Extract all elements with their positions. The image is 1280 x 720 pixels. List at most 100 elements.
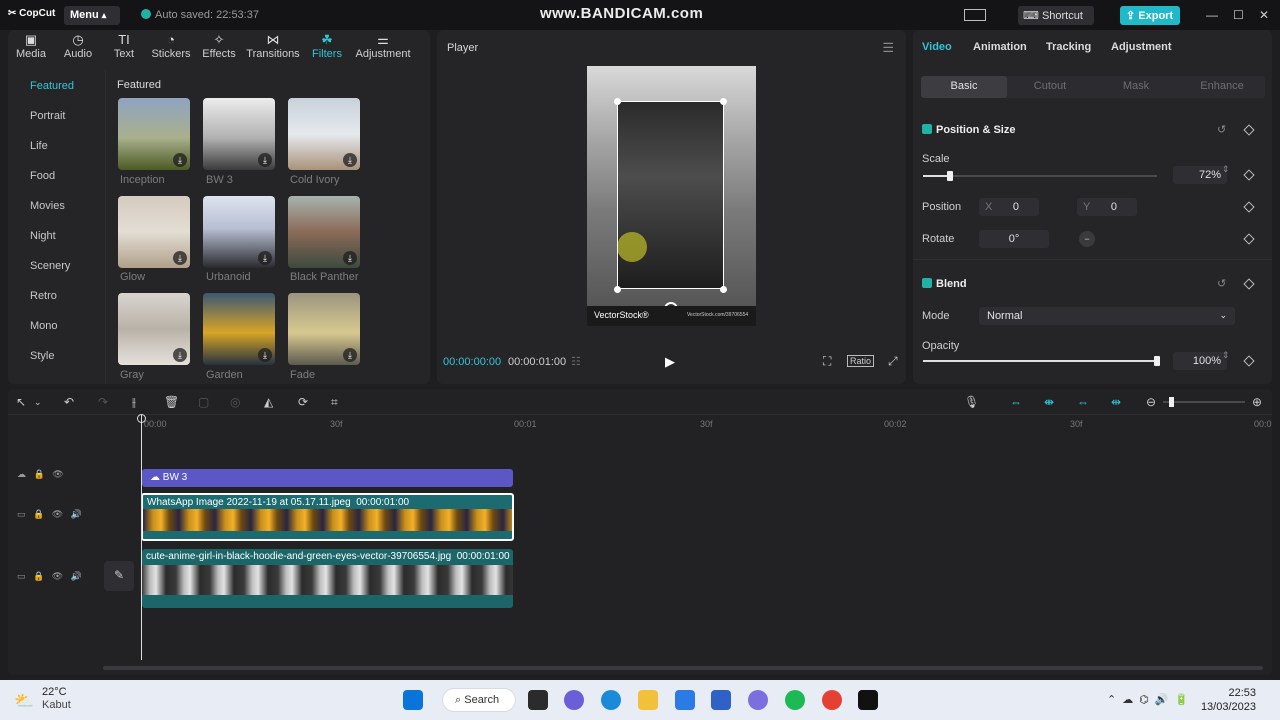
download-icon[interactable]: ⤓ [173, 153, 187, 167]
subtab-basic[interactable]: Basic [921, 76, 1007, 98]
tab-transitions[interactable]: ⋈ Transitions [242, 30, 304, 70]
chevron-down-icon[interactable]: ⌄ [34, 397, 42, 408]
filter-clip[interactable]: ☁ BW 3 [142, 469, 513, 487]
preview-axis-icon[interactable]: ⇔ [1077, 395, 1089, 409]
reverse-icon[interactable]: ◎ [230, 395, 240, 409]
tab-audio[interactable]: ◷ Audio [54, 30, 102, 70]
link-icon[interactable]: ⇼ [1044, 395, 1054, 409]
filter-thumb-gray[interactable]: ⤓ [118, 293, 190, 365]
eye-icon[interactable]: 👁 [52, 469, 63, 479]
download-icon[interactable]: ⤓ [343, 348, 357, 362]
resize-handle[interactable] [720, 98, 727, 105]
category-scenery[interactable]: Scenery [8, 250, 105, 280]
filter-thumb-glow[interactable]: ⤓ [118, 196, 190, 268]
mirror-icon[interactable]: ◭ [264, 395, 273, 409]
download-icon[interactable]: ⤓ [343, 251, 357, 265]
scale-slider[interactable] [923, 175, 1157, 177]
select-tool-icon[interactable]: ↖ [16, 395, 26, 409]
tab-adjustment-props[interactable]: Adjustment [1111, 41, 1172, 53]
crop-icon[interactable]: ⌗ [331, 395, 338, 410]
tab-effects[interactable]: ✧ Effects [196, 30, 242, 70]
grid-icon[interactable]: ☷ [571, 355, 581, 368]
chat-icon[interactable] [564, 690, 584, 710]
lock-icon[interactable]: 🔒 [33, 509, 44, 519]
eye-icon[interactable]: 👁 [52, 571, 63, 581]
filter-thumb-inception[interactable]: ⤓ [118, 98, 190, 170]
speaker-icon[interactable]: 🔊 [71, 571, 82, 581]
ratio-button[interactable]: Ratio [847, 355, 875, 367]
maximize-icon[interactable]: ☐ [1233, 8, 1244, 22]
video-preview[interactable]: VectorStock® VectorStock.com/39706554 [587, 66, 756, 326]
mail-icon[interactable] [675, 690, 695, 710]
filter-thumb-garden[interactable]: ⤓ [203, 293, 275, 365]
tab-text[interactable]: TI Text [102, 30, 146, 70]
windows-start-icon[interactable] [403, 690, 423, 710]
microphone-icon[interactable]: 🎙 [964, 395, 979, 409]
freeze-icon[interactable]: ▢ [198, 395, 209, 409]
speaker-icon[interactable]: 🔊 [71, 509, 82, 519]
layout-icon[interactable] [964, 9, 986, 21]
horizontal-scrollbar[interactable] [103, 666, 1263, 670]
menu-icon[interactable]: ☰ [882, 40, 894, 56]
tab-video[interactable]: Video [922, 41, 952, 53]
eye-icon[interactable]: 👁 [52, 509, 63, 519]
filter-thumb-bw3[interactable]: ⤓ [203, 98, 275, 170]
download-icon[interactable]: ⤓ [258, 153, 272, 167]
task-view-icon[interactable] [528, 690, 548, 710]
position-x-input[interactable]: X0 [979, 198, 1039, 216]
stepper-icon[interactable]: ⇕ [1222, 350, 1230, 361]
fullscreen-icon[interactable]: ⤢ [888, 354, 898, 369]
keyframe-icon[interactable] [1243, 355, 1255, 367]
tab-adjustment[interactable]: ⚌ Adjustment [350, 30, 416, 70]
split-icon[interactable]: ⫲ [132, 395, 136, 410]
redo-icon[interactable]: ↷ [98, 395, 108, 409]
play-button[interactable]: ▶ [665, 354, 675, 370]
undo-icon[interactable]: ↶ [64, 395, 74, 409]
tab-tracking[interactable]: Tracking [1046, 41, 1091, 53]
rotate-icon[interactable]: ⟳ [298, 395, 308, 409]
editor-icon[interactable] [711, 690, 731, 710]
category-movies[interactable]: Movies [8, 190, 105, 220]
export-button[interactable]: ⇪ Export [1120, 6, 1180, 25]
category-life[interactable]: Life [8, 130, 105, 160]
resize-handle[interactable] [720, 286, 727, 293]
mode-select[interactable]: Normal ⌄ [979, 307, 1235, 325]
menu-button[interactable]: Menu ▴ [64, 6, 120, 25]
system-tray-icons[interactable]: ⌃☁⌬🔊🔋 [1107, 693, 1194, 706]
zoom-out-icon[interactable]: ⊖ [1146, 395, 1156, 409]
category-retro[interactable]: Retro [8, 280, 105, 310]
subtab-enhance[interactable]: Enhance [1179, 80, 1265, 92]
capcut-icon[interactable] [858, 690, 878, 710]
edge-icon[interactable] [601, 690, 621, 710]
video-clip-1[interactable]: WhatsApp Image 2022-11-19 at 05.17.11.jp… [141, 493, 514, 541]
keyframe-icon[interactable] [1243, 169, 1255, 181]
filter-thumb-cold-ivory[interactable]: ⤓ [288, 98, 360, 170]
video-clip-2[interactable]: cute-anime-girl-in-black-hoodie-and-gree… [142, 549, 513, 608]
category-portrait[interactable]: Portrait [8, 100, 105, 130]
reset-icon[interactable]: ↺ [1217, 123, 1226, 136]
tab-filters[interactable]: ☘ Filters [304, 30, 350, 70]
selection-box[interactable] [617, 101, 724, 289]
checkbox-icon[interactable] [922, 278, 932, 288]
minimize-icon[interactable]: — [1206, 8, 1218, 22]
zoom-slider[interactable] [1163, 401, 1245, 403]
spotify-icon[interactable] [785, 690, 805, 710]
rotate-dial-icon[interactable]: − [1079, 231, 1095, 247]
download-icon[interactable]: ⤓ [173, 348, 187, 362]
snap-icon[interactable]: ⇹ [1111, 395, 1121, 409]
tab-stickers[interactable]: ◔ Stickers [146, 30, 196, 70]
download-icon[interactable]: ⤓ [258, 251, 272, 265]
file-explorer-icon[interactable] [638, 690, 658, 710]
category-mono[interactable]: Mono [8, 310, 105, 340]
category-featured[interactable]: Featured [8, 70, 105, 100]
opacity-slider-knob[interactable] [1154, 356, 1160, 366]
resize-handle[interactable] [614, 98, 621, 105]
zoom-slider-knob[interactable] [1169, 397, 1174, 407]
subtab-cutout[interactable]: Cutout [1007, 80, 1093, 92]
delete-icon[interactable]: 🗑 [164, 395, 179, 409]
shortcut-button[interactable]: ⌨ Shortcut [1018, 6, 1094, 25]
opacity-input[interactable]: 100% [1173, 352, 1227, 370]
resize-handle[interactable] [614, 286, 621, 293]
scale-input[interactable]: 72% [1173, 166, 1227, 184]
scale-slider-knob[interactable] [946, 171, 953, 181]
